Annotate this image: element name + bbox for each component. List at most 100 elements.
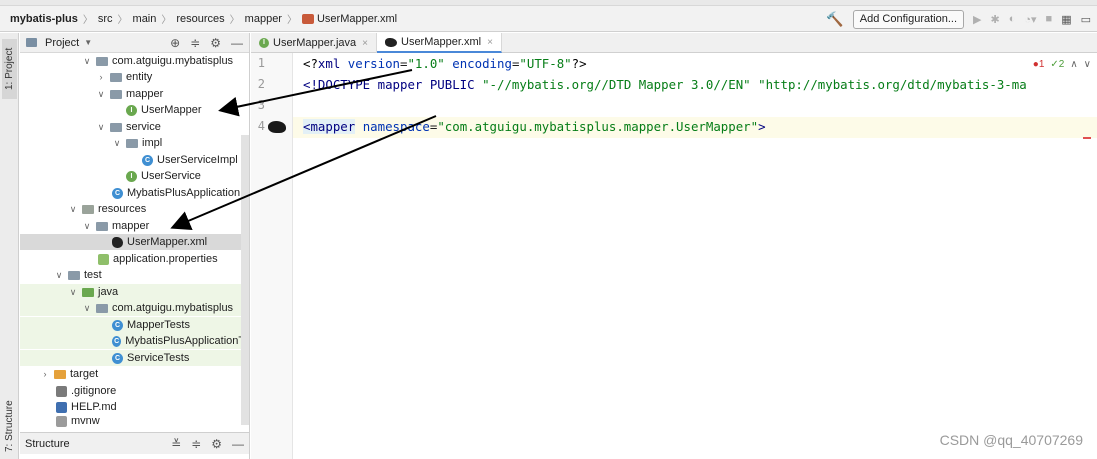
tree-item-label: service — [126, 121, 161, 133]
tree-scrollbar[interactable] — [241, 135, 249, 425]
breadcrumb-resources[interactable]: resources — [176, 13, 224, 25]
chevron-down-icon[interactable]: ∨ — [82, 221, 92, 232]
chevron-down-icon[interactable]: ∨ — [82, 303, 92, 314]
tab-usermapper-xml[interactable]: UserMapper.xml × — [377, 33, 502, 53]
chevron-down-icon[interactable]: ∨ — [96, 89, 106, 100]
folder-icon — [26, 38, 37, 47]
breadcrumb-project[interactable]: mybatis-plus — [10, 13, 78, 25]
tree-item[interactable]: ∨ service — [20, 119, 249, 135]
token: <!DOCTYPE — [303, 77, 371, 92]
debug-icon[interactable]: ✱ — [990, 13, 999, 26]
tree-item[interactable]: C MybatisPlusApplicationTe — [20, 333, 249, 349]
tab-structure-tool[interactable]: 7: Structure — [2, 393, 17, 459]
token: <mapper — [303, 119, 356, 134]
chevron-down-icon[interactable]: ∨ — [1084, 59, 1091, 70]
folder-icon — [96, 221, 108, 231]
error-stripe-mark[interactable] — [1083, 137, 1091, 139]
profile-icon[interactable]: ◔▾ — [1024, 13, 1036, 26]
breadcrumb-src[interactable]: src — [98, 13, 113, 25]
close-icon[interactable]: × — [362, 38, 368, 49]
chevron-down-icon[interactable]: ▼ — [84, 38, 92, 47]
tree-item[interactable]: .gitignore — [20, 383, 249, 399]
navigation-bar: mybatis-plus 〉 src 〉 main 〉 resources 〉 … — [0, 6, 1097, 32]
coverage-icon[interactable]: ◐ — [1009, 13, 1016, 25]
chevron-down-icon[interactable]: ∨ — [96, 122, 106, 133]
breadcrumb-mapper[interactable]: mapper — [245, 13, 282, 25]
token: "UTF-8" — [519, 56, 572, 71]
gear-icon[interactable]: ⚙ — [210, 36, 221, 50]
token: mapper — [310, 119, 356, 134]
xml-file-icon — [301, 13, 314, 24]
project-panel-title[interactable]: Project — [45, 37, 79, 49]
tree-item-label: mvnw — [71, 415, 100, 427]
tree-item-selected[interactable]: UserMapper.xml — [20, 234, 249, 250]
tree-item[interactable]: HELP.md — [20, 399, 249, 415]
structure-panel-tools: ≚ ≑ ⚙ — — [171, 437, 244, 451]
chevron-up-icon[interactable]: ∧ — [1070, 59, 1077, 70]
tree-item-label: ServiceTests — [127, 352, 190, 364]
tab-label: UserMapper.xml — [401, 36, 482, 48]
expand-all-icon[interactable]: ≚ — [171, 437, 181, 451]
tab-usermapper-java[interactable]: I UserMapper.java × — [251, 33, 377, 53]
tree-item[interactable]: ∨ resources — [20, 201, 249, 217]
tree-item[interactable]: I UserMapper — [20, 102, 249, 118]
hide-icon[interactable]: — — [232, 437, 244, 451]
breadcrumb-file[interactable]: UserMapper.xml — [301, 13, 397, 25]
package-icon — [110, 72, 122, 82]
tree-item[interactable]: › entity — [20, 69, 249, 85]
mybatis-bird-icon[interactable] — [268, 121, 286, 133]
inspection-widget[interactable]: ●1 ✓2 ∧ ∨ — [1033, 59, 1091, 70]
editor-gutter: 1 2 3 4 — [251, 53, 293, 459]
tree-item[interactable]: ∨ java — [20, 284, 249, 300]
tree-item[interactable]: C UserServiceImpl — [20, 152, 249, 168]
chevron-down-icon[interactable]: ∨ — [68, 287, 78, 298]
structure-panel-header: Structure ≚ ≑ ⚙ — — [20, 432, 249, 454]
interface-icon: I — [126, 104, 137, 116]
chevron-right-icon[interactable]: › — [96, 72, 106, 82]
layout-icon[interactable]: ▭ — [1081, 13, 1091, 26]
tree-item[interactable]: ∨ impl — [20, 135, 249, 151]
tree-item[interactable]: ∨ com.atguigu.mybatisplus — [20, 300, 249, 316]
tree-item[interactable]: C ServiceTests — [20, 350, 249, 366]
line-number: 2 — [257, 77, 265, 91]
test-class-icon: C — [112, 319, 123, 331]
stop-icon[interactable]: ■ — [1046, 13, 1053, 25]
run-toolbar: 🔨 Add Configuration... ▶ ✱ ◐ ◔▾ ■ ▦ ▭ — [826, 6, 1097, 32]
breadcrumb-main[interactable]: main — [133, 13, 157, 25]
collapse-all-icon[interactable]: ≑ — [190, 36, 200, 50]
chevron-down-icon[interactable]: ∨ — [54, 270, 64, 281]
error-count-value: 1 — [1038, 59, 1045, 70]
chevron-down-icon[interactable]: ∨ — [68, 204, 78, 215]
chevron-right-icon: 〉 — [161, 15, 172, 26]
tree-item[interactable]: I UserService — [20, 168, 249, 184]
token: version — [347, 56, 400, 71]
tree-item[interactable]: ∨ mapper — [20, 218, 249, 234]
add-configuration-button[interactable]: Add Configuration... — [852, 9, 965, 29]
gear-icon[interactable]: ⚙ — [211, 437, 222, 451]
tree-item[interactable]: ∨ com.atguigu.mybatisplus — [20, 53, 249, 69]
chevron-down-icon[interactable]: ∨ — [112, 138, 122, 149]
token: "-//mybatis.org//DTD Mapper 3.0//EN" — [482, 77, 751, 92]
chevron-down-icon[interactable]: ∨ — [82, 56, 92, 67]
close-icon[interactable]: × — [487, 37, 493, 48]
tree-item[interactable]: C MapperTests — [20, 317, 249, 333]
structure-panel-title[interactable]: Structure — [25, 438, 70, 450]
chevron-right-icon[interactable]: › — [40, 369, 50, 379]
tree-item[interactable]: ∨ test — [20, 267, 249, 283]
tab-project-tool[interactable]: 1: Project — [2, 39, 17, 99]
token: xml — [317, 56, 341, 71]
locate-icon[interactable]: ⊕ — [170, 36, 180, 50]
tree-item[interactable]: application.properties — [20, 251, 249, 267]
tree-item-label: com.atguigu.mybatisplus — [112, 302, 234, 314]
tree-item[interactable]: › target — [20, 366, 249, 382]
code-editor[interactable]: <?xml version="1.0" encoding="UTF-8"?> <… — [293, 53, 1097, 459]
tree-item[interactable]: ∨ mapper — [20, 86, 249, 102]
run-icon[interactable]: ▶ — [973, 13, 981, 26]
editor-tabs: I UserMapper.java × UserMapper.xml × — [251, 33, 1097, 53]
tree-item[interactable]: mvnw — [20, 415, 249, 427]
build-hammer-icon[interactable]: 🔨 — [826, 11, 843, 28]
collapse-all-icon[interactable]: ≑ — [191, 437, 201, 451]
project-structure-icon[interactable]: ▦ — [1061, 13, 1071, 26]
tree-item[interactable]: C MybatisPlusApplication — [20, 185, 249, 201]
hide-icon[interactable]: — — [231, 36, 243, 50]
